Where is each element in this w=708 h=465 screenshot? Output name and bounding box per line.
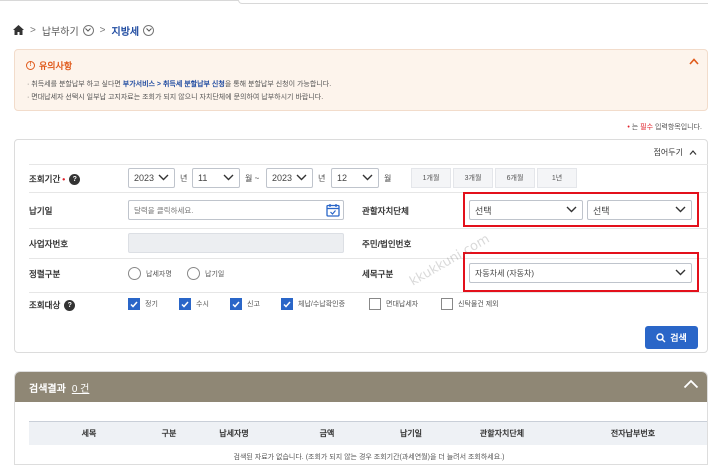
home-icon[interactable] <box>12 24 24 36</box>
highlight-box-tax-type <box>463 252 699 292</box>
check-occasional-label: 수시 <box>196 301 209 308</box>
required-note-word: 필수 <box>640 124 654 131</box>
notice-box: ! 유의사항 · 취득세를 분할납부 하고 싶다면 부가서비스 > 취득세 분할… <box>14 49 708 111</box>
required-note-post: 입력항목입니다. <box>653 124 702 131</box>
due-date-label: 납기일 <box>29 206 53 216</box>
start-year-value: 2023 <box>134 173 155 183</box>
period-1m-button[interactable]: 1개월 <box>411 168 451 188</box>
chevron-right-icon: > <box>99 24 106 36</box>
fold-toggle[interactable]: 접어두기 <box>654 147 697 158</box>
highlight-box-region <box>463 192 699 227</box>
column-header: 구분 <box>161 429 177 438</box>
notice-link[interactable]: 부가서비스 > 취득세 분할납부 신청 <box>123 81 225 88</box>
sort-label: 정렬구분 <box>29 269 61 279</box>
unit-month-from: 월 ~ <box>245 174 260 183</box>
check-occasional[interactable]: 수시 <box>179 298 209 310</box>
check-trust-exclude[interactable]: 신탁물건 제외 <box>441 298 499 310</box>
check-proxy-taxpayer[interactable]: 면대납세자 <box>369 298 418 310</box>
start-month-value: 11 <box>198 173 208 183</box>
chevron-down-icon[interactable] <box>143 24 155 36</box>
period-3m-button[interactable]: 3개월 <box>453 168 493 188</box>
check-proxy-taxpayer-label: 면대납세자 <box>386 301 419 308</box>
check-arrears-label: 체납/수납확인증 <box>298 301 346 308</box>
period-label: 조회기간 •? <box>29 173 81 185</box>
end-year-value: 2023 <box>272 173 293 183</box>
results-header: 검색결과 0 건 <box>15 372 707 402</box>
end-month-value: 12 <box>337 173 348 183</box>
check-regular[interactable]: 정기 <box>128 298 158 310</box>
fold-label: 접어두기 <box>653 148 683 157</box>
help-icon[interactable]: ? <box>64 299 76 311</box>
regno-label: 주민/법인번호 <box>362 239 412 249</box>
breadcrumb: > 납부하기 > 지방세 <box>12 22 155 38</box>
results-table-header: 세목 구분 납세자명 금액 납기일 관할자치단체 전자납부번호 <box>29 421 707 445</box>
info-icon: ! <box>26 61 35 70</box>
column-header: 납세자명 <box>219 429 249 438</box>
start-month-select[interactable]: 11 <box>192 168 240 188</box>
start-year-select[interactable]: 2023 <box>128 168 175 188</box>
due-date-input[interactable]: 달력을 클릭하세요. <box>128 200 344 220</box>
row-divider <box>29 164 708 165</box>
region-label: 관할자치단체 <box>362 206 409 216</box>
due-date-placeholder: 달력을 클릭하세요. <box>134 205 194 215</box>
end-year-select[interactable]: 2023 <box>266 168 313 188</box>
chevron-up-icon[interactable] <box>689 57 699 67</box>
row-divider <box>29 228 708 229</box>
notice-line-2: · 면대납세자 선택시 일부납 고지자료는 조회가 되지 않으니 자치단체에 문… <box>27 94 324 101</box>
target-label: 조회대상? <box>29 299 76 311</box>
column-header: 관할자치단체 <box>479 429 525 438</box>
unit-year-2: 년 <box>318 174 326 183</box>
check-trust-exclude-label: 신탁물건 제외 <box>458 301 499 308</box>
unit-month: 월 <box>384 174 392 183</box>
search-panel: 접어두기 조회기간 •? 2023 년 11 월 ~ 2023 년 12 월 1개… <box>14 139 708 353</box>
tax-type-label: 세목구분 <box>362 269 394 279</box>
radio-taxpayer[interactable]: 납세자명 <box>128 267 172 280</box>
notice-line-1: · 취득세를 분할납부 하고 싶다면 부가서비스 > 취득세 분할납부 신청을 … <box>27 79 331 89</box>
radio-taxpayer-label: 납세자명 <box>146 270 172 278</box>
required-note-pre: 는 <box>631 124 641 131</box>
chevron-up-icon[interactable] <box>683 379 699 392</box>
results-title: 검색결과 <box>29 383 66 395</box>
search-icon <box>656 332 666 342</box>
results-count: 0 건 <box>71 383 90 395</box>
radio-duedate-label: 납기일 <box>205 270 225 278</box>
required-note: • 는 필수 입력항목입니다. <box>627 124 702 131</box>
chevron-up-icon <box>689 150 697 155</box>
chevron-down-icon[interactable] <box>82 24 94 36</box>
column-header: 금액 <box>319 429 335 438</box>
check-report[interactable]: 신고 <box>230 298 260 310</box>
notice-title-text: 유의사항 <box>39 61 73 71</box>
chevron-right-icon: > <box>30 24 36 36</box>
check-regular-label: 정기 <box>145 301 158 308</box>
column-header: 전자납부번호 <box>610 429 656 438</box>
check-report-label: 신고 <box>247 301 260 308</box>
period-1y-button[interactable]: 1년 <box>537 168 577 188</box>
results-panel: 검색결과 0 건 세목 구분 납세자명 금액 납기일 관할자치단체 전자납부번호… <box>14 371 708 465</box>
row-divider <box>29 292 708 293</box>
help-icon[interactable]: ? <box>69 173 81 185</box>
bizno-input <box>128 233 344 253</box>
search-button[interactable]: 검색 <box>645 326 698 349</box>
notice-line-1-post: 을 통해 분할납부 신청이 가능합니다. <box>224 81 332 88</box>
column-header: 납기일 <box>399 429 423 438</box>
empty-message: 검색된 자료가 없습니다. (조회가 되지 않는 경우 조회기간(과세연월)을 … <box>233 454 505 461</box>
target-label-text: 조회대상 <box>29 300 61 310</box>
radio-duedate[interactable]: 납기일 <box>187 267 224 280</box>
breadcrumb-current[interactable]: 지방세 <box>112 23 140 38</box>
end-month-select[interactable]: 12 <box>331 168 379 188</box>
search-button-label: 검색 <box>670 333 687 343</box>
bizno-label: 사업자번호 <box>29 239 69 249</box>
check-arrears[interactable]: 체납/수납확인증 <box>281 298 345 310</box>
column-header: 세목 <box>81 429 97 438</box>
period-6m-button[interactable]: 6개월 <box>495 168 535 188</box>
notice-line-1-pre: · 취득세를 분할납부 하고 싶다면 <box>27 81 123 88</box>
unit-year: 년 <box>180 174 188 183</box>
notice-title: ! 유의사항 <box>26 59 72 72</box>
calendar-icon[interactable] <box>324 202 341 218</box>
breadcrumb-item-pay[interactable]: 납부하기 <box>42 23 79 38</box>
top-frame-line <box>0 0 708 4</box>
period-label-text: 조회기간 <box>29 174 61 184</box>
